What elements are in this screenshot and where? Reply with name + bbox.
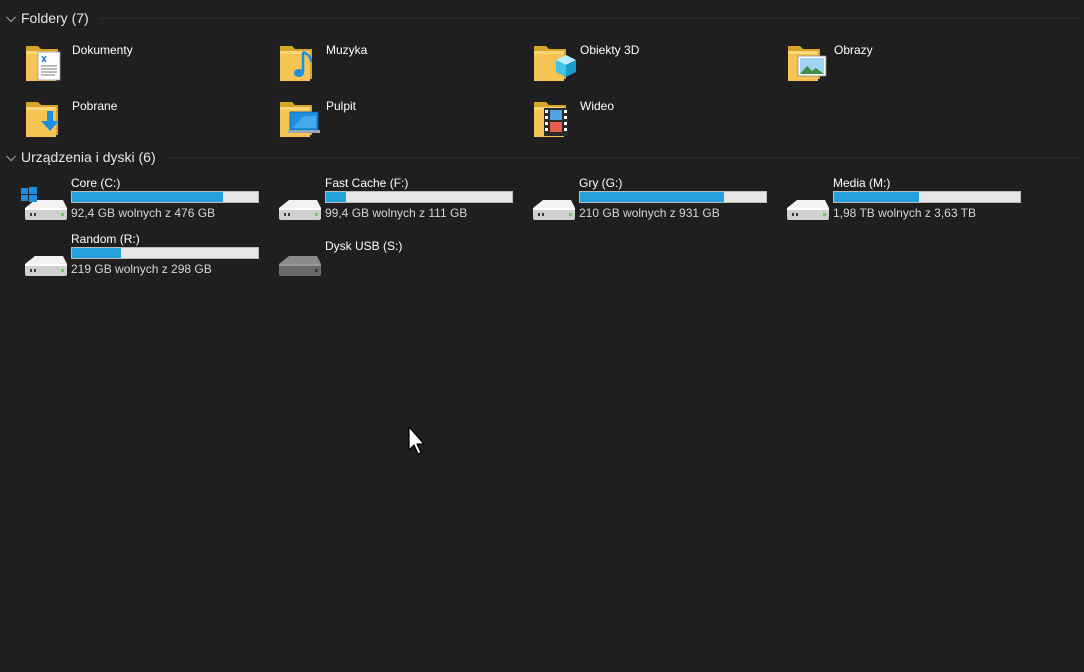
- drive-usage-bar: [71, 247, 259, 259]
- drive-usage-bar: [579, 191, 767, 203]
- folder-label: Muzyka: [326, 43, 368, 57]
- drive-usage-bar: [71, 191, 259, 203]
- documents-folder-icon: [26, 46, 61, 81]
- drive-item-media-m[interactable]: Media (M:) 1,98 TB wolnych z 3,63 TB: [783, 176, 1033, 228]
- drive-name: Core (C:): [71, 176, 121, 190]
- drive-usage-bar: [833, 191, 1021, 203]
- drive-item-core-c[interactable]: Core (C:) 92,4 GB wolnych z 476 GB: [21, 176, 271, 228]
- folder-label: Obiekty 3D: [580, 43, 640, 57]
- desktop-folder-icon: [280, 102, 320, 137]
- drive-name: Fast Cache (F:): [325, 176, 409, 190]
- music-folder-icon: [280, 46, 313, 81]
- drive-free-space: 1,98 TB wolnych z 3,63 TB: [833, 206, 976, 220]
- folder-item-pobrane[interactable]: Pobrane: [22, 94, 262, 142]
- drive-name: Media (M:): [833, 176, 891, 190]
- system-drive-icon: [21, 187, 67, 220]
- drive-item-gry-g[interactable]: Gry (G:) 210 GB wolnych z 931 GB: [529, 176, 779, 228]
- usb-drive-icon: [279, 256, 321, 276]
- folder-item-dokumenty[interactable]: Dokumenty: [22, 38, 262, 86]
- hard-drive-icon: [533, 200, 575, 220]
- drive-free-space: 219 GB wolnych z 298 GB: [71, 262, 212, 276]
- drive-name: Random (R:): [71, 232, 140, 246]
- folder-label: Pobrane: [72, 99, 118, 113]
- drive-free-space: 92,4 GB wolnych z 476 GB: [71, 206, 216, 220]
- drive-item-fast-cache-f[interactable]: Fast Cache (F:) 99,4 GB wolnych z 111 GB: [275, 176, 525, 228]
- drives-group-title[interactable]: Urządzenia i dyski (6): [21, 149, 156, 165]
- drive-usage-fill: [326, 192, 346, 202]
- pictures-folder-icon: [788, 46, 827, 81]
- drive-usage-fill: [72, 248, 122, 258]
- group-divider: [100, 18, 1078, 19]
- 3d-objects-folder-icon: [534, 46, 576, 81]
- videos-folder-icon: [534, 102, 568, 137]
- drive-free-space: 99,4 GB wolnych z 111 GB: [325, 206, 468, 220]
- drive-name: Dysk USB (S:): [325, 239, 403, 253]
- folder-label: Dokumenty: [72, 43, 133, 57]
- drive-usage-fill: [580, 192, 725, 202]
- drive-name: Gry (G:): [579, 176, 623, 190]
- drive-item-dysk-usb-s[interactable]: Dysk USB (S:): [275, 232, 525, 284]
- folder-item-pulpit[interactable]: Pulpit: [276, 94, 516, 142]
- chevron-down-icon[interactable]: [5, 152, 17, 164]
- folders-group-header[interactable]: Foldery (7): [0, 8, 1078, 30]
- folder-item-muzyka[interactable]: Muzyka: [276, 38, 516, 86]
- folder-item-wideo[interactable]: Wideo: [530, 94, 770, 142]
- drive-free-space: 210 GB wolnych z 931 GB: [579, 206, 720, 220]
- folder-item-obrazy[interactable]: Obrazy: [784, 38, 1024, 86]
- hard-drive-icon: [787, 200, 829, 220]
- hard-drive-icon: [279, 200, 321, 220]
- drive-item-random-r[interactable]: Random (R:) 219 GB wolnych z 298 GB: [21, 232, 271, 284]
- mouse-cursor-icon: [408, 426, 425, 455]
- folder-label: Obrazy: [834, 43, 873, 57]
- downloads-folder-icon: [26, 102, 59, 137]
- folders-group-title[interactable]: Foldery (7): [21, 10, 89, 26]
- folder-label: Pulpit: [326, 99, 357, 113]
- group-divider: [170, 157, 1078, 158]
- folder-label: Wideo: [580, 99, 615, 113]
- drive-usage-fill: [72, 192, 223, 202]
- drive-usage-fill: [834, 192, 919, 202]
- chevron-down-icon[interactable]: [5, 13, 17, 25]
- drive-usage-bar: [325, 191, 513, 203]
- folder-item-obiekty-3d[interactable]: Obiekty 3D: [530, 38, 770, 86]
- drives-group-header[interactable]: Urządzenia i dyski (6): [0, 147, 1078, 169]
- hard-drive-icon: [25, 256, 67, 276]
